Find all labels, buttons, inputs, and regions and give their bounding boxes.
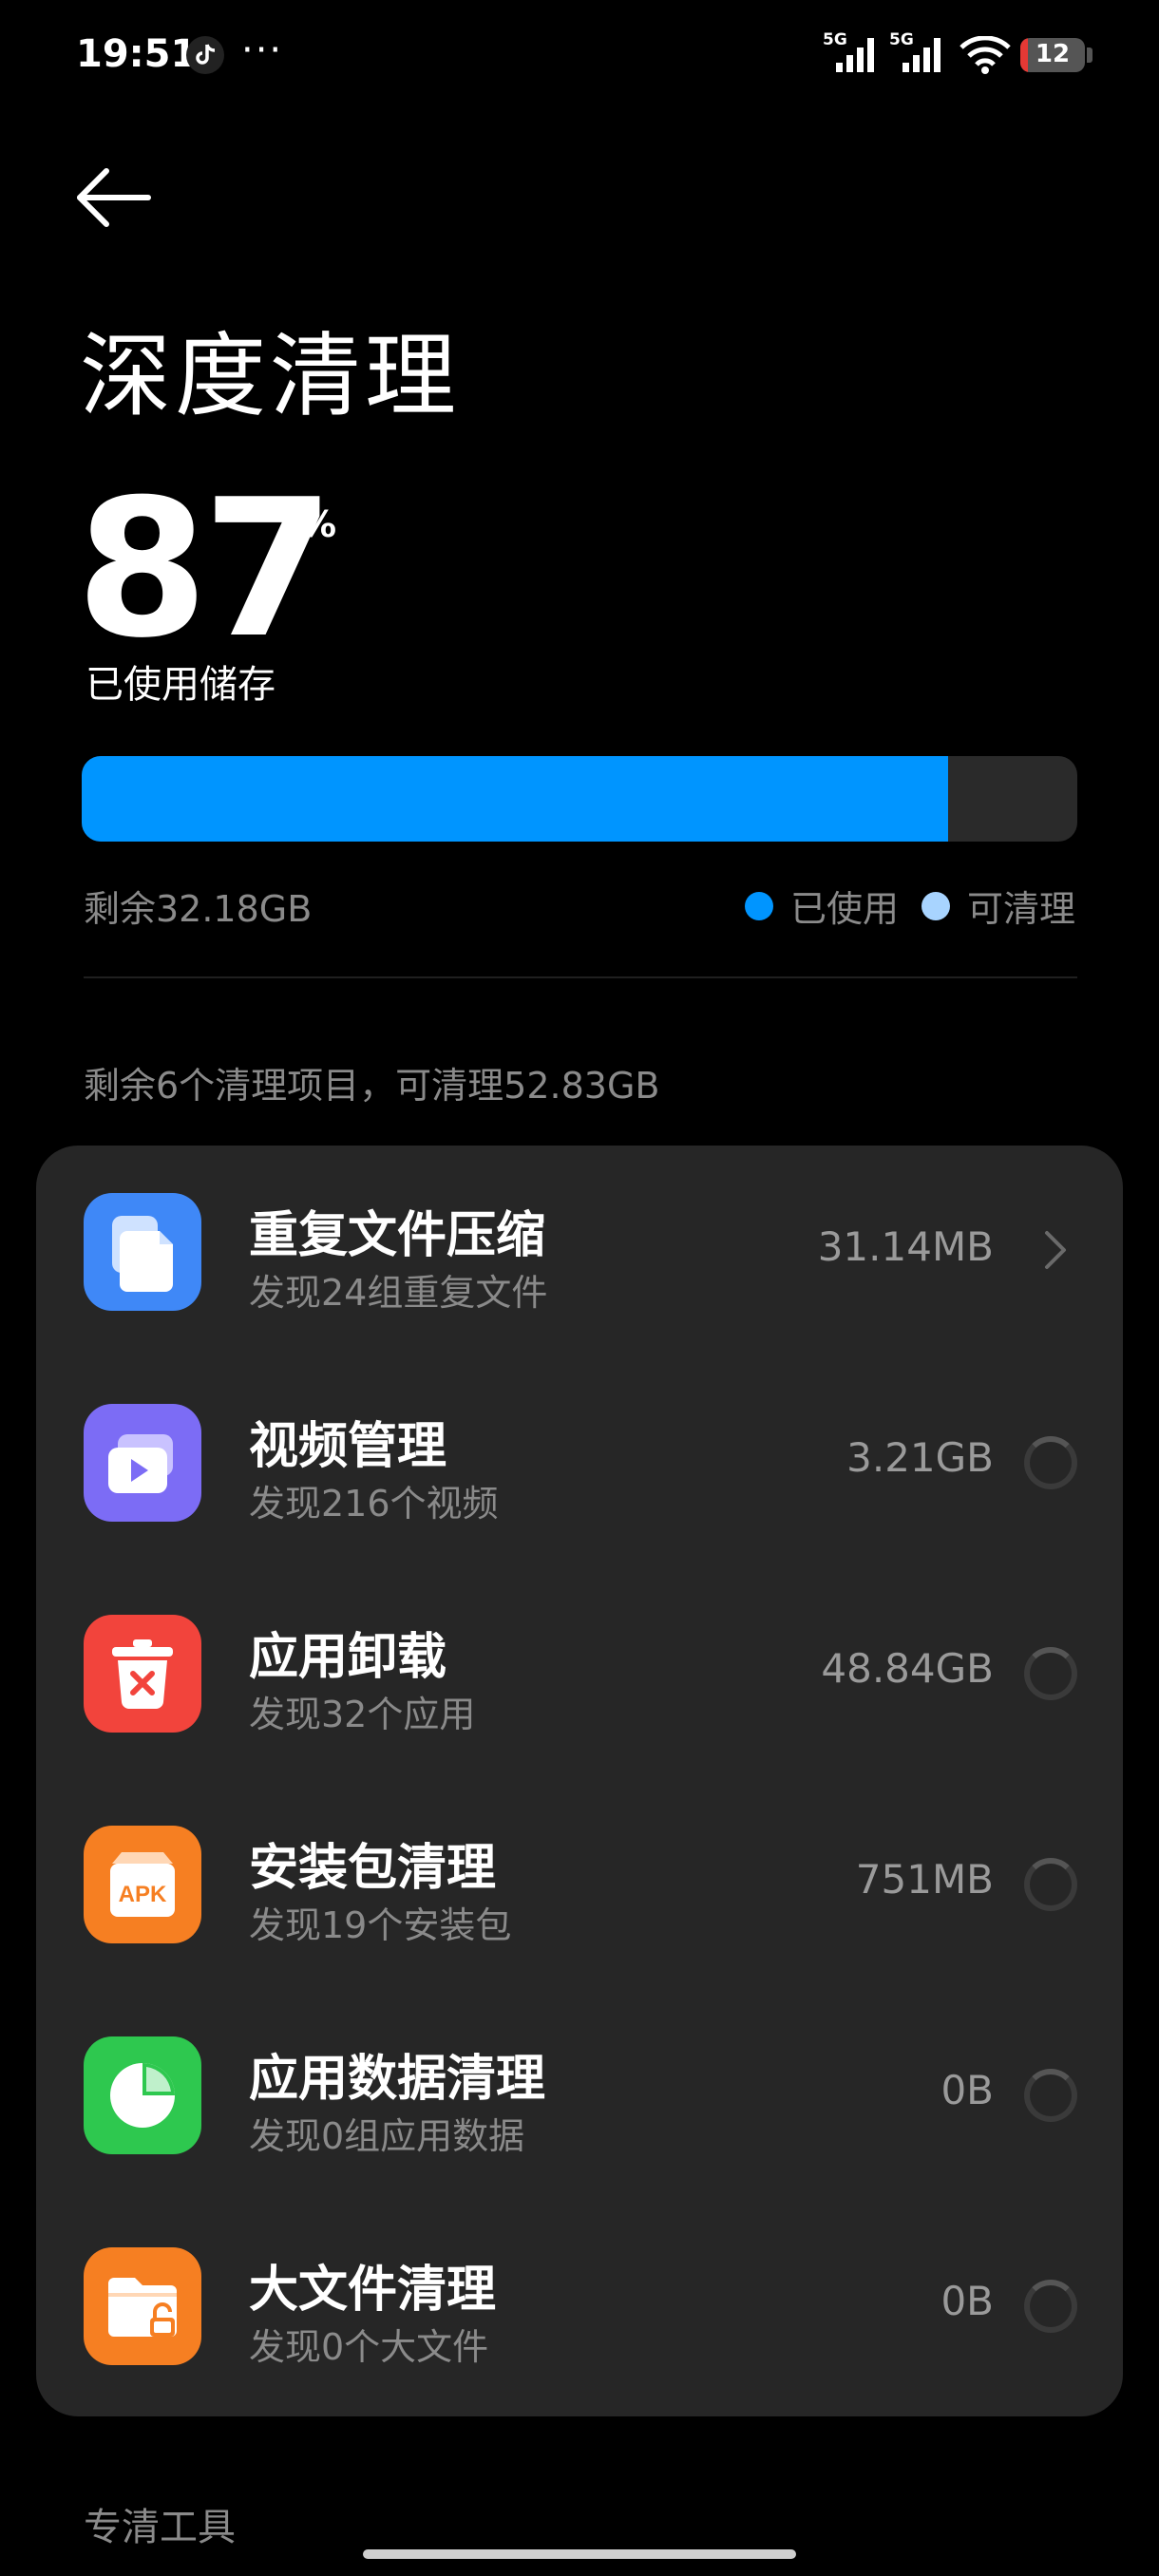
folder-lock-icon [84, 2247, 201, 2365]
storage-bar-used [82, 756, 948, 842]
battery-level: 12 [1035, 40, 1071, 68]
wifi-icon [960, 35, 1011, 78]
item-size: 3.21GB [846, 1434, 994, 1481]
storage-legend: 已使用 可清理 [722, 880, 1075, 932]
duplicate-files-icon [84, 1193, 201, 1311]
list-item-app-data-cleanup[interactable]: 应用数据清理 发现0组应用数据 0B [36, 1989, 1123, 2200]
legend-cleanable-label: 可清理 [966, 888, 1075, 930]
signal-icon: 5G [889, 30, 946, 76]
item-subtitle: 发现19个安装包 [249, 1904, 512, 1946]
item-subtitle: 发现0个大文件 [249, 2326, 489, 2368]
usage-percent: 87 [76, 459, 334, 680]
loading-spinner-icon [1024, 1436, 1077, 1489]
remaining-storage: 剩余32.18GB [84, 888, 313, 930]
item-size: 48.84GB [821, 1645, 994, 1692]
signal-tag: 5G [823, 30, 847, 49]
arrow-left-icon [77, 168, 151, 227]
item-size: 0B [940, 2278, 994, 2324]
page-title: 深度清理 [80, 323, 460, 429]
list-item-app-uninstall[interactable]: 应用卸载 发现32个应用 48.84GB [36, 1567, 1123, 1778]
item-title: 安装包清理 [249, 1840, 497, 1897]
loading-spinner-icon [1024, 2280, 1077, 2333]
signal-icon: 5G [823, 30, 880, 76]
battery-icon: 12 [1020, 38, 1085, 72]
item-subtitle: 发现32个应用 [249, 1694, 476, 1735]
item-subtitle: 发现0组应用数据 [249, 2115, 525, 2157]
video-icon [84, 1404, 201, 1522]
pie-chart-icon [84, 2036, 201, 2154]
used-dot-icon [744, 891, 773, 920]
percent-sign: % [300, 503, 337, 545]
usage-label: 已使用储存 [86, 663, 276, 707]
divider [84, 976, 1077, 978]
tiktok-icon [186, 36, 224, 74]
item-title: 视频管理 [249, 1418, 447, 1475]
list-item-duplicate-files[interactable]: 重复文件压缩 发现24组重复文件 31.14MB [36, 1146, 1123, 1356]
item-title: 大文件清理 [249, 2262, 497, 2319]
legend-used: 已使用 [744, 880, 899, 932]
more-notifications-icon: ··· [241, 28, 284, 72]
cleanable-dot-icon [921, 891, 950, 920]
item-subtitle: 发现24组重复文件 [249, 1272, 548, 1314]
chevron-right-icon [1045, 1231, 1066, 1269]
item-size: 31.14MB [817, 1223, 994, 1270]
cleanup-items-card: 重复文件压缩 发现24组重复文件 31.14MB 视频管理 发现216个视频 3… [36, 1146, 1123, 2416]
item-size: 751MB [855, 1856, 994, 1903]
section-label-tools: 专清工具 [84, 2506, 236, 2549]
list-item-apk-cleanup[interactable]: APK 安装包清理 发现19个安装包 751MB [36, 1778, 1123, 1989]
legend-used-label: 已使用 [789, 888, 899, 930]
back-button[interactable] [76, 163, 162, 232]
item-title: 重复文件压缩 [249, 1207, 546, 1264]
item-size: 0B [940, 2067, 994, 2113]
legend-cleanable: 可清理 [921, 880, 1075, 932]
loading-spinner-icon [1024, 1647, 1077, 1700]
item-subtitle: 发现216个视频 [249, 1483, 499, 1525]
apk-icon: APK [84, 1826, 201, 1943]
list-item-video-management[interactable]: 视频管理 发现216个视频 3.21GB [36, 1356, 1123, 1567]
battery-tip [1087, 47, 1092, 63]
storage-bar [82, 756, 1077, 842]
trash-icon [84, 1615, 201, 1733]
loading-spinner-icon [1024, 1858, 1077, 1911]
item-title: 应用卸载 [249, 1629, 447, 1686]
apk-label: APK [119, 1882, 167, 1907]
status-bar: 19:51 ··· 5G 5G 12 [0, 0, 1159, 114]
status-time: 19:51 [76, 32, 198, 76]
home-indicator[interactable] [363, 2549, 796, 2559]
item-title: 应用数据清理 [249, 2051, 546, 2108]
signal-tag: 5G [889, 30, 914, 49]
list-item-large-file-cleanup[interactable]: 大文件清理 发现0个大文件 0B [36, 2200, 1123, 2411]
cleanup-summary: 剩余6个清理项目，可清理52.83GB [84, 1065, 660, 1107]
loading-spinner-icon [1024, 2069, 1077, 2122]
